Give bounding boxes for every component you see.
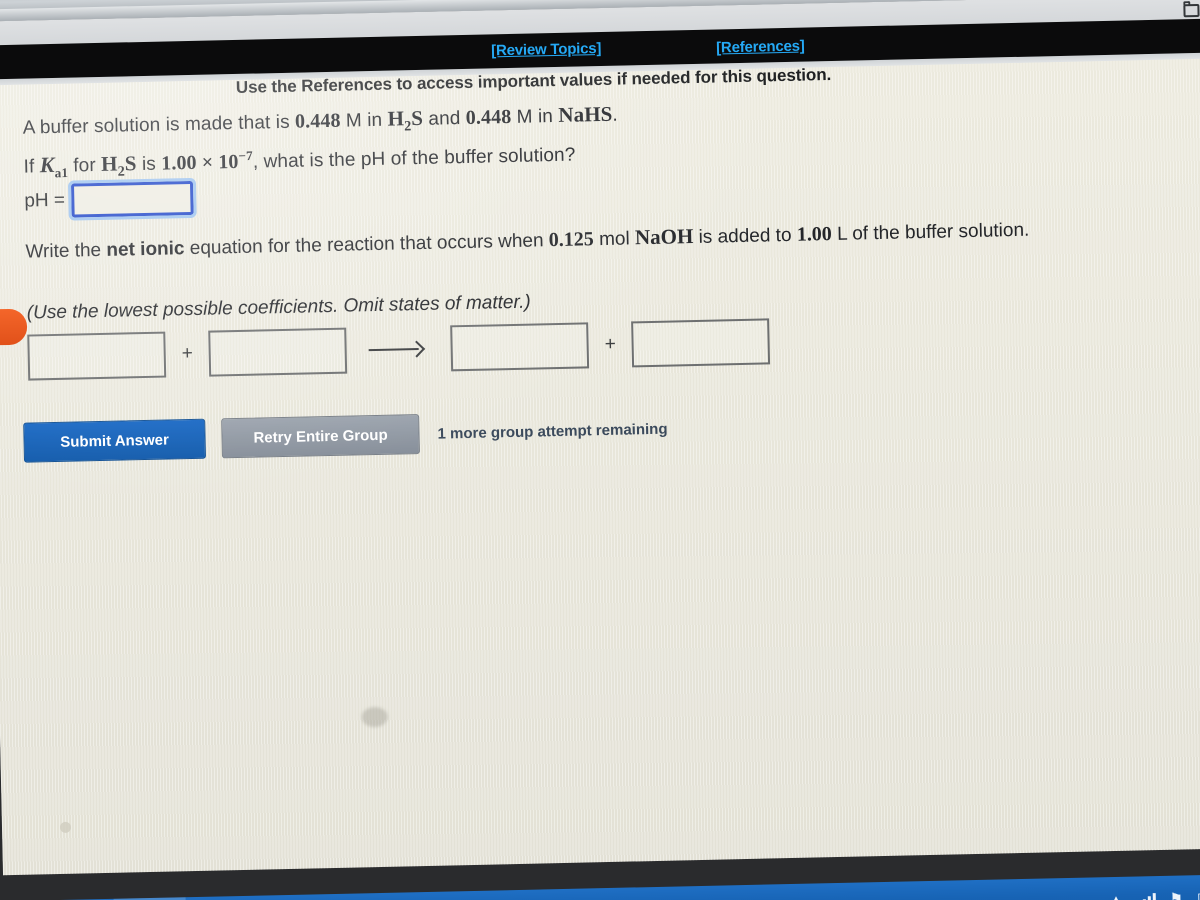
q1-text-end: .: [612, 104, 619, 126]
screen-smudge-b: [497, 864, 508, 874]
reaction-arrow-icon: [369, 340, 429, 359]
plus-sign-reactants: +: [181, 342, 194, 365]
review-topics-link[interactable]: [Review Topics]: [491, 40, 601, 59]
ni-text-c: mol: [593, 228, 636, 251]
q2-text-a: If: [23, 156, 40, 178]
question-page: Use the References to access important v…: [0, 58, 1200, 876]
screen-speck-left: [59, 821, 72, 833]
q1-conc-1: 0.448: [294, 109, 341, 133]
ph-answer-row: pH =: [24, 177, 197, 221]
q2-ka-symbol: Ka1: [39, 151, 69, 181]
q2-species-h2s: H2S: [100, 151, 137, 180]
ni-volume-value: 1.00: [796, 223, 833, 246]
product-1-input[interactable]: [450, 322, 590, 372]
ni-text-d: is added to: [693, 224, 798, 249]
bookmark-other-folder[interactable]: Oth: [1183, 2, 1200, 18]
q1-species-nahs: NaHS: [558, 101, 613, 127]
retry-entire-group-button[interactable]: Retry Entire Group: [221, 414, 420, 459]
q1-text-a: A buffer solution is made that is: [22, 111, 296, 139]
attempts-remaining-text: 1 more group attempt remaining: [437, 420, 668, 443]
show-hidden-icons-button[interactable]: ▲: [1108, 891, 1123, 900]
q2-text-d: , what is the pH of the buffer solution?: [252, 144, 576, 173]
submit-answer-button[interactable]: Submit Answer: [23, 418, 207, 463]
q1-conc-2: 0.448: [465, 105, 512, 129]
q2-ka-value: 1.00 × 10−7: [161, 147, 253, 175]
ni-bold-net-ionic: net ionic: [106, 238, 185, 261]
q1-text-c: and: [422, 107, 467, 130]
reactant-1-input[interactable]: [27, 331, 167, 381]
q1-species-h2s: H2S: [387, 105, 424, 135]
screen-content: Oth [Review Topics] [References] Use the…: [0, 0, 1200, 900]
ph-input[interactable]: [67, 177, 197, 221]
flag-icon[interactable]: ⚑: [1169, 890, 1183, 900]
ni-base-naoh: NaOH: [634, 224, 694, 250]
plus-sign-products: +: [604, 333, 617, 355]
question-line-2: If Ka1 for H2S is 1.00 × 10−7, what is t…: [23, 141, 575, 183]
ni-text-b: equation for the reaction that occurs wh…: [184, 230, 550, 260]
equation-input-row: + +: [27, 318, 771, 381]
references-link[interactable]: [References]: [716, 38, 805, 57]
folder-icon: [1183, 3, 1200, 17]
net-ionic-instruction: Write the net ionic equation for the rea…: [25, 212, 1145, 266]
monitor-photo: Oth [Review Topics] [References] Use the…: [0, 0, 1200, 900]
q1-text-b: M in: [340, 109, 388, 132]
coefficient-hint: (Use the lowest possible coefficients. O…: [26, 291, 531, 324]
reactant-2-input[interactable]: [208, 327, 348, 377]
q1-text-d: M in: [511, 105, 559, 128]
q2-text-b: for: [67, 154, 102, 177]
ni-text-a: Write the: [25, 239, 107, 263]
ph-label: pH =: [24, 189, 66, 212]
question-line-1: A buffer solution is made that is 0.448 …: [22, 101, 619, 144]
system-tray: ▲ ⚑ ▣ 🔊: [1108, 889, 1200, 900]
windows-taskbar[interactable]: ▲ ⚑ ▣ 🔊: [0, 873, 1200, 900]
ni-text-e: L of the buffer solution.: [831, 219, 1030, 245]
q2-text-c: is: [136, 153, 162, 176]
network-signal-icon[interactable]: [1137, 892, 1156, 900]
ni-mol-value: 0.125: [548, 228, 595, 252]
product-2-input[interactable]: [631, 318, 771, 368]
screen-smudge-a: [361, 706, 388, 728]
action-button-row: Submit Answer Retry Entire Group 1 more …: [23, 409, 668, 463]
